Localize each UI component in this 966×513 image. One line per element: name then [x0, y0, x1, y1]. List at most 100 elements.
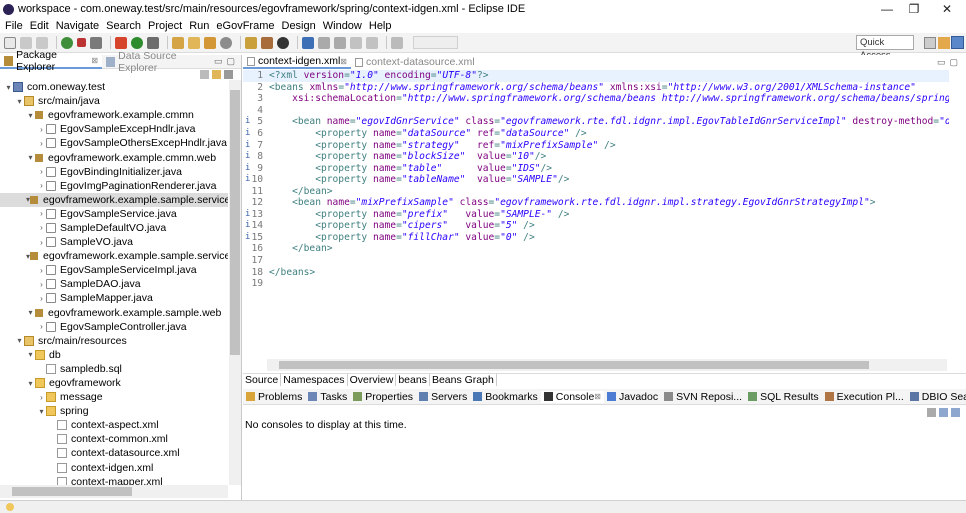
- expand-arrow-icon[interactable]: ›: [37, 238, 46, 247]
- tree-item[interactable]: › EgovSampleOthersExcepHndlr.java: [0, 136, 228, 150]
- tree-item[interactable]: › EgovImgPaginationRenderer.java: [0, 179, 228, 193]
- code-line[interactable]: i7 <property name="strategy" ref="mixPre…: [243, 139, 949, 151]
- close-tab-icon[interactable]: ⊠: [91, 56, 98, 65]
- code-line[interactable]: i6 <property name="dataSource" ref="data…: [243, 128, 949, 140]
- page-tab-beans[interactable]: beans: [396, 374, 430, 386]
- console-tab-tasks[interactable]: Tasks: [305, 391, 350, 403]
- minimize-button[interactable]: —: [872, 0, 902, 18]
- perspective-icon[interactable]: [924, 37, 936, 49]
- expand-arrow-icon[interactable]: ▾: [37, 407, 46, 416]
- close-button[interactable]: ✕: [932, 0, 962, 18]
- editor-horizontal-scrollbar[interactable]: [267, 359, 947, 371]
- code-line[interactable]: i 10 <property name="tableName" value="SA…: [243, 174, 949, 186]
- java-ee-perspective-icon[interactable]: [938, 37, 950, 49]
- tree-item[interactable]: ▾ egovframework.example.sample.service: [0, 192, 228, 207]
- expand-arrow-icon[interactable]: ›: [37, 322, 46, 331]
- code-line[interactable]: 18 </beans>: [243, 266, 949, 278]
- view-menu-icon[interactable]: [224, 70, 233, 79]
- open-console-icon[interactable]: [951, 407, 960, 417]
- code-line[interactable]: i 15 <property name="fillChar" value="0" …: [243, 232, 949, 244]
- expand-arrow-icon[interactable]: ›: [37, 280, 46, 289]
- tree-item[interactable]: › EgovSampleServiceImpl.java: [0, 263, 228, 277]
- maximize-editor-icon[interactable]: ▢: [949, 57, 958, 68]
- tree-item[interactable]: context-mapper.xml: [0, 475, 228, 485]
- console-tab-svn-reposi-[interactable]: SVN Reposi...: [661, 391, 745, 403]
- tree-item[interactable]: ▾ egovframework.example.sample.web: [0, 306, 228, 320]
- tree-item[interactable]: › EgovSampleService.java: [0, 207, 228, 221]
- run-as-icon[interactable]: [131, 36, 143, 49]
- run-icon[interactable]: [115, 36, 127, 49]
- maximize-view-icon[interactable]: ▢: [226, 56, 235, 67]
- status-icon[interactable]: [6, 503, 14, 511]
- link-icon[interactable]: [261, 36, 273, 49]
- code-line[interactable]: 3 xsi:schemaLocation="http://www.springf…: [243, 93, 949, 105]
- menu-edit[interactable]: Edit: [30, 20, 49, 32]
- info-marker-icon[interactable]: i: [245, 151, 250, 161]
- minimize-view-icon[interactable]: ▭: [214, 56, 223, 67]
- info-marker-icon[interactable]: i: [245, 209, 250, 219]
- save-all-icon[interactable]: [36, 36, 48, 49]
- expand-arrow-icon[interactable]: ›: [37, 125, 46, 134]
- editor-hscroll-thumb[interactable]: [279, 361, 869, 369]
- menu-navigate[interactable]: Navigate: [56, 20, 99, 32]
- info-marker-icon[interactable]: i: [245, 163, 250, 173]
- tree-item[interactable]: context-common.xml: [0, 432, 228, 446]
- code-line[interactable]: 17: [243, 255, 949, 267]
- tree-item[interactable]: ▾ egovframework: [0, 376, 228, 390]
- expand-arrow-icon[interactable]: ▾: [15, 336, 24, 345]
- tree-item[interactable]: › SampleMapper.java: [0, 291, 228, 305]
- menu-project[interactable]: Project: [148, 20, 182, 32]
- stop-icon[interactable]: [77, 38, 86, 47]
- menu-run[interactable]: Run: [189, 20, 209, 32]
- tree-item[interactable]: ▾ com.oneway.test: [0, 80, 228, 94]
- tree-hscroll-thumb[interactable]: [12, 487, 132, 496]
- code-line[interactable]: 12 <bean name="mixPrefixSample" class="e…: [243, 197, 949, 209]
- console-tab-bookmarks[interactable]: Bookmarks: [470, 391, 541, 403]
- tree-item[interactable]: context-aspect.xml: [0, 418, 228, 432]
- code-line[interactable]: 4: [243, 105, 949, 117]
- tree-item[interactable]: › message: [0, 390, 228, 404]
- tree-item[interactable]: › SampleVO.java: [0, 235, 228, 249]
- console-tab-properties[interactable]: Properties: [350, 391, 416, 403]
- toolbar-combo[interactable]: [413, 36, 458, 49]
- expand-arrow-icon[interactable]: ›: [37, 181, 46, 190]
- annotation-icon[interactable]: [245, 36, 257, 49]
- console-tab-sql-results[interactable]: SQL Results: [745, 391, 822, 403]
- info-marker-icon[interactable]: i: [245, 232, 250, 242]
- expand-arrow-icon[interactable]: ▾: [4, 83, 13, 92]
- debug-icon[interactable]: [61, 36, 73, 49]
- expand-arrow-icon[interactable]: ▾: [26, 153, 35, 162]
- menu-search[interactable]: Search: [106, 20, 141, 32]
- palette-icon[interactable]: [277, 36, 289, 49]
- editor-vertical-scrollbar[interactable]: [950, 70, 964, 360]
- code-line[interactable]: i 13 <property name="prefix" value="SAMPL…: [243, 209, 949, 221]
- display-console-icon[interactable]: [939, 407, 948, 417]
- tree-item[interactable]: ▾ spring: [0, 404, 228, 418]
- collapse-all-icon[interactable]: [200, 70, 209, 79]
- console-tab-console[interactable]: Console ⊠: [540, 390, 604, 403]
- tree-horizontal-scrollbar[interactable]: [0, 485, 228, 498]
- tree-item[interactable]: ▾ egovframework.example.cmmn.web: [0, 150, 228, 164]
- console-tab-dbio-search[interactable]: DBIO Search: [907, 391, 966, 403]
- expand-arrow-icon[interactable]: ›: [37, 393, 46, 402]
- tree-item[interactable]: › EgovBindingInitializer.java: [0, 165, 228, 179]
- info-marker-icon[interactable]: i: [245, 174, 250, 184]
- code-line[interactable]: 19: [243, 278, 949, 290]
- expand-arrow-icon[interactable]: ›: [37, 223, 46, 232]
- expand-arrow-icon[interactable]: ▾: [26, 308, 35, 317]
- search-icon[interactable]: [220, 36, 232, 49]
- pen-icon[interactable]: [204, 36, 216, 49]
- external-tools-icon[interactable]: [147, 36, 159, 49]
- page-tab-overview[interactable]: Overview: [348, 374, 397, 386]
- code-line[interactable]: 11 </bean>: [243, 185, 949, 197]
- db-icon[interactable]: [302, 36, 314, 49]
- code-line[interactable]: i5 <bean name="egovIdGnrService" class="…: [243, 116, 949, 128]
- tree-scroll-thumb[interactable]: [230, 90, 240, 355]
- pin-console-icon[interactable]: [927, 407, 936, 417]
- tree-item[interactable]: ▾egovframework.example.sample.service.im…: [0, 249, 228, 263]
- expand-arrow-icon[interactable]: ›: [37, 209, 46, 218]
- forward-icon[interactable]: [366, 36, 378, 49]
- code-line[interactable]: i8 <property name="blockSize" value="10"…: [243, 151, 949, 163]
- back-icon[interactable]: [350, 36, 362, 49]
- tree-item[interactable]: sampledb.sql: [0, 362, 228, 376]
